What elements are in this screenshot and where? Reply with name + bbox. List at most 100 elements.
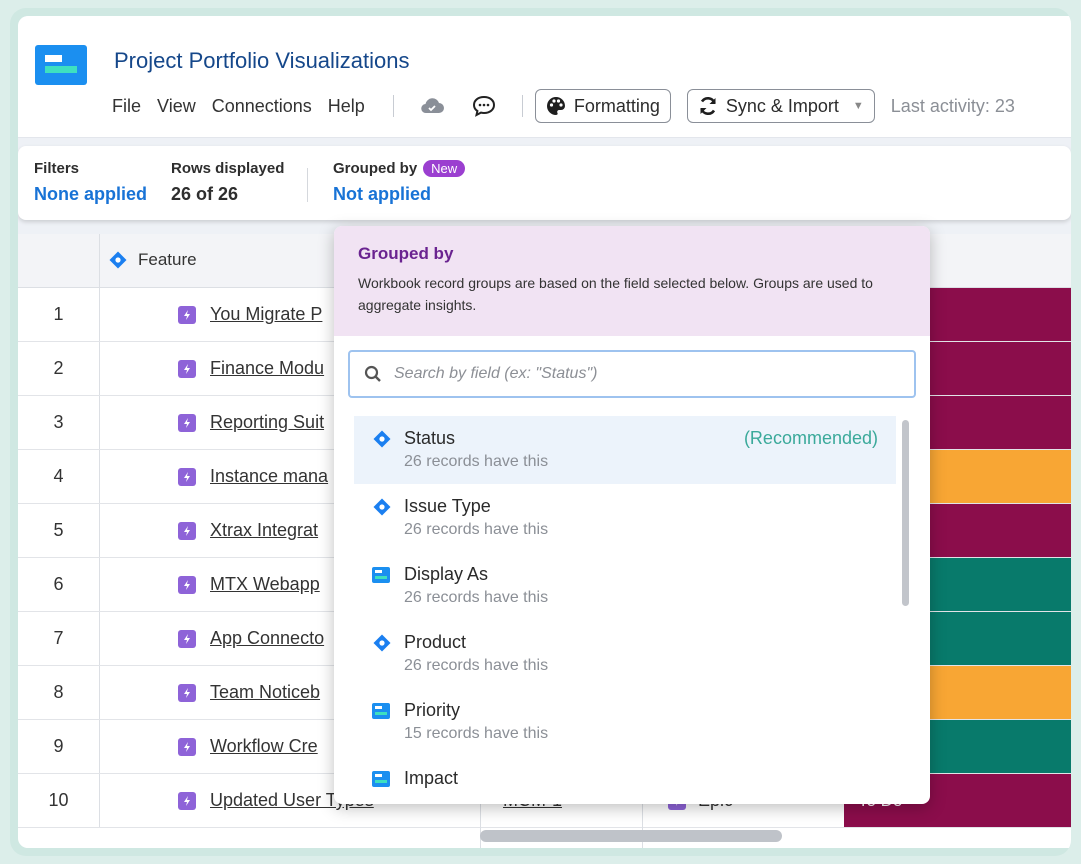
rows-displayed-value: 26 of 26 bbox=[171, 184, 239, 204]
sync-icon bbox=[698, 96, 718, 116]
filter-divider bbox=[307, 168, 308, 202]
option-label: Impact bbox=[404, 768, 459, 788]
horizontal-scrollbar[interactable] bbox=[480, 830, 782, 842]
epic-icon bbox=[178, 629, 196, 648]
diamond-icon bbox=[372, 633, 394, 653]
new-badge: New bbox=[423, 160, 466, 177]
row-number: 4 bbox=[18, 450, 100, 503]
panel-description: Workbook record groups are based on the … bbox=[358, 275, 873, 313]
cloud-icon[interactable] bbox=[418, 92, 446, 120]
feature-link[interactable]: You Migrate P bbox=[210, 304, 322, 325]
palette-icon bbox=[546, 96, 566, 116]
scrollbar-thumb[interactable] bbox=[902, 420, 909, 606]
option-record-count: 26 records have this bbox=[404, 589, 549, 606]
grouped-by-group: Grouped by New Not applied bbox=[333, 160, 466, 205]
feature-link[interactable]: Reporting Suit bbox=[210, 412, 324, 433]
grouped-by-value[interactable]: Not applied bbox=[333, 184, 465, 205]
grouped-by-label: Grouped by bbox=[333, 160, 418, 177]
epic-icon bbox=[178, 413, 196, 432]
epic-icon bbox=[178, 575, 196, 594]
feature-cell: Team Noticeb bbox=[178, 666, 320, 719]
epic-icon bbox=[178, 683, 196, 702]
epic-icon bbox=[178, 359, 196, 378]
feature-cell: App Connecto bbox=[178, 612, 324, 665]
field-option-display-as[interactable]: Display As 26 records have this bbox=[354, 552, 896, 620]
epic-icon bbox=[178, 737, 196, 756]
menu-help[interactable]: Help bbox=[328, 96, 377, 117]
filters-group: Filters None applied bbox=[34, 160, 147, 205]
field-option-impact[interactable]: Impact bbox=[354, 756, 896, 800]
epic-icon bbox=[178, 305, 196, 324]
feature-link[interactable]: MTX Webapp bbox=[210, 574, 320, 595]
feature-link[interactable]: Xtrax Integrat bbox=[210, 520, 318, 541]
menu-divider bbox=[521, 95, 523, 117]
app-header: Project Portfolio Visualizations File Vi… bbox=[18, 16, 1071, 138]
row-number-header bbox=[18, 234, 100, 288]
option-record-count: 26 records have this bbox=[404, 657, 549, 674]
comment-icon[interactable] bbox=[470, 92, 498, 120]
epic-icon bbox=[178, 521, 196, 540]
grouped-by-panel: Grouped by Workbook record groups are ba… bbox=[334, 226, 930, 804]
app-logo-icon bbox=[35, 45, 87, 85]
option-label: Display As bbox=[404, 564, 489, 584]
menu-bar: File View Connections Help Formatting Sy… bbox=[112, 89, 1015, 123]
epic-icon bbox=[178, 791, 196, 810]
field-icon bbox=[372, 566, 394, 583]
diamond-icon bbox=[109, 251, 127, 269]
epic-icon bbox=[178, 467, 196, 486]
feature-column-header[interactable]: Feature bbox=[108, 250, 197, 270]
option-record-count: 26 records have this bbox=[404, 453, 549, 470]
feature-link[interactable]: Finance Modu bbox=[210, 358, 324, 379]
feature-link[interactable]: Instance mana bbox=[210, 466, 328, 487]
option-label: Product bbox=[404, 632, 467, 652]
app-window: Project Portfolio Visualizations File Vi… bbox=[18, 16, 1071, 848]
sync-label: Sync & Import bbox=[725, 95, 839, 116]
row-number: 6 bbox=[18, 558, 100, 611]
field-icon bbox=[372, 702, 394, 719]
app-frame: Project Portfolio Visualizations File Vi… bbox=[10, 8, 1071, 856]
vertical-scrollbar[interactable] bbox=[900, 416, 910, 796]
diamond-icon bbox=[372, 429, 394, 449]
field-option-issue-type[interactable]: Issue Type 26 records have this bbox=[354, 484, 896, 552]
diamond-icon bbox=[372, 497, 394, 517]
menu-connections[interactable]: Connections bbox=[212, 96, 324, 117]
rows-displayed-label: Rows displayed bbox=[171, 160, 285, 177]
option-label: Priority bbox=[404, 700, 461, 720]
field-icon bbox=[372, 770, 394, 787]
feature-cell: Finance Modu bbox=[178, 342, 324, 395]
panel-header: Grouped by Workbook record groups are ba… bbox=[334, 226, 930, 336]
feature-cell: Instance mana bbox=[178, 450, 328, 503]
feature-link[interactable]: App Connecto bbox=[210, 628, 324, 649]
panel-title: Grouped by bbox=[358, 244, 454, 263]
row-number: 3 bbox=[18, 396, 100, 449]
search-field-box[interactable] bbox=[348, 350, 916, 398]
menu-view[interactable]: View bbox=[157, 96, 208, 117]
feature-header-label: Feature bbox=[138, 250, 197, 269]
option-label: Status bbox=[404, 428, 456, 448]
chevron-down-icon: ▼ bbox=[852, 100, 864, 112]
feature-cell: Xtrax Integrat bbox=[178, 504, 318, 557]
search-icon bbox=[364, 365, 381, 382]
row-number: 5 bbox=[18, 504, 100, 557]
feature-link[interactable]: Team Noticeb bbox=[210, 682, 320, 703]
recommended-tag: (Recommended) bbox=[743, 428, 878, 448]
field-option-product[interactable]: Product 26 records have this bbox=[354, 620, 896, 688]
filter-bar: Filters None applied Rows displayed 26 o… bbox=[18, 146, 1071, 220]
page-title: Project Portfolio Visualizations bbox=[114, 48, 410, 73]
filters-value[interactable]: None applied bbox=[34, 184, 147, 205]
rows-displayed-group: Rows displayed 26 of 26 bbox=[171, 160, 284, 205]
row-number: 1 bbox=[18, 288, 100, 341]
feature-cell: Workflow Cre bbox=[178, 720, 318, 773]
feature-link[interactable]: Workflow Cre bbox=[210, 736, 318, 757]
search-input[interactable] bbox=[394, 365, 874, 383]
formatting-button[interactable]: Formatting bbox=[534, 89, 671, 123]
last-activity: Last activity: 23 bbox=[890, 95, 1015, 116]
row-number: 7 bbox=[18, 612, 100, 665]
option-record-count: 26 records have this bbox=[404, 521, 549, 538]
field-option-priority[interactable]: Priority 15 records have this bbox=[354, 688, 896, 756]
row-number: 9 bbox=[18, 720, 100, 773]
menu-file[interactable]: File bbox=[112, 96, 153, 117]
field-option-status[interactable]: Status 26 records have this (Recommended) bbox=[354, 416, 896, 484]
formatting-label: Formatting bbox=[573, 95, 660, 116]
sync-import-button[interactable]: Sync & Import ▼ bbox=[686, 89, 875, 123]
